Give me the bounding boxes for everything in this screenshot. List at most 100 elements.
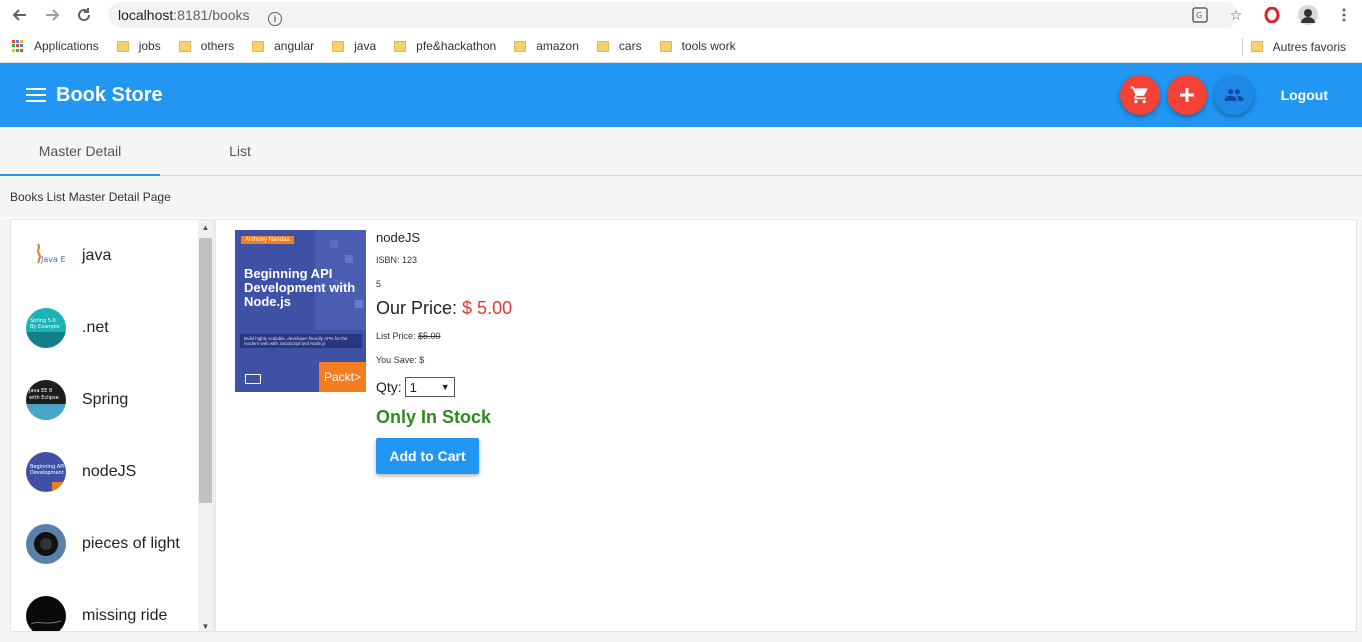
bookmark-label: amazon <box>536 39 579 53</box>
bookmark-amazon[interactable]: amazon <box>514 39 579 53</box>
main-content: Java EE java Spring 5.0By Example .net J… <box>0 219 1362 642</box>
folder-icon <box>394 40 407 52</box>
book-info: nodeJS ISBN: 123 5 Our Price: $ 5.00 Lis… <box>376 230 512 474</box>
users-button[interactable] <box>1213 75 1254 115</box>
book-avatar: Beginning API Development <box>26 452 66 492</box>
list-item[interactable]: Spring 5.0 By Example .net <box>11 292 213 364</box>
svg-text:Development: Development <box>30 470 64 476</box>
book-avatar <box>26 524 66 564</box>
book-avatar: Java EE 8 with Eclipse <box>26 380 66 420</box>
svg-text:with Eclipse: with Eclipse <box>29 395 59 401</box>
more-menu-icon[interactable] <box>1332 3 1356 27</box>
add-book-button[interactable] <box>1166 75 1207 115</box>
bookmark-other-favorites[interactable]: Autres favoris <box>1250 39 1346 54</box>
book-avatar: Java EE <box>26 236 66 276</box>
scroll-thumb[interactable] <box>199 238 212 503</box>
back-icon[interactable] <box>8 3 32 27</box>
translate-icon[interactable]: G <box>1188 3 1212 27</box>
menu-icon[interactable] <box>26 88 46 102</box>
cart-button[interactable] <box>1119 75 1160 115</box>
bookmark-label: angular <box>274 39 315 53</box>
svg-text:Java EE 8: Java EE 8 <box>28 388 52 394</box>
book-rating: 5 <box>376 279 382 289</box>
cover-title: Beginning API Development with Node.js <box>244 266 356 309</box>
list-item-label: pieces of light <box>82 535 180 552</box>
logout-button[interactable]: Logout <box>1281 87 1328 103</box>
folder-icon <box>659 40 672 52</box>
book-isbn: ISBN: 123 <box>376 255 418 265</box>
bookmark-label: Autres favoris <box>1272 39 1346 54</box>
info-icon[interactable]: i <box>268 12 282 26</box>
page-title: Books List Master Detail Page <box>0 176 1362 218</box>
bookmark-angular[interactable]: angular <box>252 39 314 53</box>
bookmark-cars[interactable]: cars <box>596 39 642 53</box>
book-list-panel: Java EE java Spring 5.0By Example .net J… <box>10 219 214 632</box>
list-item[interactable]: missing ride <box>11 580 213 631</box>
folder-icon <box>596 40 609 52</box>
our-price-label: Our Price: <box>376 298 458 318</box>
qty-value: 1 <box>409 379 417 395</box>
list-item-label: nodeJS <box>82 463 137 480</box>
reload-icon[interactable] <box>72 3 96 27</box>
you-save: You Save: $ <box>376 355 425 365</box>
add-to-cart-button[interactable]: Add to Cart <box>376 438 479 474</box>
tab-list[interactable]: List <box>160 127 320 175</box>
svg-text:Java EE: Java EE <box>40 255 66 264</box>
people-icon <box>1224 89 1243 101</box>
book-detail-panel: Anthony Nandaa Beginning API Development… <box>215 219 1357 632</box>
bookmark-pfe-hackathon[interactable]: pfe&hackathon <box>394 39 496 53</box>
list-item-label: Spring <box>82 391 129 408</box>
list-item[interactable]: pieces of light <box>11 508 213 580</box>
tab-bar: Master Detail List <box>0 127 1362 176</box>
bookmark-applications[interactable]: Applications <box>12 39 99 53</box>
apps-grid-icon <box>12 40 24 52</box>
list-item[interactable]: Java EE 8 with Eclipse Spring <box>11 364 213 436</box>
scroll-down-icon[interactable]: ▼ <box>198 619 213 631</box>
bookmark-separator <box>1241 37 1243 56</box>
forward-icon[interactable] <box>40 3 64 27</box>
scroll-up-icon[interactable]: ▲ <box>198 220 213 234</box>
folder-icon <box>116 40 129 52</box>
qty-label: Qty: <box>376 379 402 395</box>
our-price-value: $ 5.00 <box>462 298 513 318</box>
bookmark-label: cars <box>618 39 642 53</box>
opera-icon[interactable] <box>1260 3 1284 27</box>
tab-master-detail[interactable]: Master Detail <box>0 127 160 176</box>
list-price-label: List Price: <box>376 331 416 341</box>
list-scrollbar[interactable]: ▲ ▼ <box>198 220 213 631</box>
stock-status: Only In Stock <box>376 407 492 427</box>
bookmark-label: jobs <box>138 39 161 53</box>
quantity-select[interactable]: 1 ▼ <box>404 377 455 397</box>
publisher-logo: Packt> <box>319 362 366 392</box>
list-item-label: missing ride <box>82 607 168 624</box>
bookmark-label: java <box>354 39 377 53</box>
bookmark-jobs[interactable]: jobs <box>116 39 161 53</box>
bookmark-java[interactable]: java <box>332 39 376 53</box>
address-bar[interactable]: i localhost:8181/books <box>108 2 1238 28</box>
profile-avatar-icon[interactable] <box>1296 3 1320 27</box>
list-item[interactable]: Java EE java <box>11 220 213 292</box>
list-item-label: java <box>82 247 112 264</box>
folder-icon <box>332 40 345 52</box>
folder-icon <box>514 40 527 52</box>
quantity-row: Qty: 1 ▼ <box>376 377 512 397</box>
list-price-value: $5.00 <box>418 331 441 341</box>
our-price: Our Price: $ 5.00 <box>376 298 512 319</box>
bookmark-others[interactable]: others <box>178 39 235 53</box>
book-avatar <box>26 596 66 631</box>
book-title: nodeJS <box>376 230 421 245</box>
list-item[interactable]: Beginning API Development nodeJS <box>11 436 213 508</box>
folder-icon <box>252 40 265 52</box>
star-icon[interactable]: ☆ <box>1224 3 1248 27</box>
plus-icon <box>1179 88 1194 102</box>
folder-icon <box>178 40 191 52</box>
cover-author: Anthony Nandaa <box>241 236 294 244</box>
bookmark-label: tools work <box>681 39 736 53</box>
bookmark-label: others <box>200 39 235 53</box>
dropdown-arrow-icon: ▼ <box>440 382 450 392</box>
svg-text:G: G <box>1196 11 1202 20</box>
app-title: Book Store <box>56 83 163 106</box>
bookmark-tools-work[interactable]: tools work <box>659 39 736 53</box>
browser-toolbar: i localhost:8181/books G ☆ <box>0 0 1362 30</box>
cover-description: Build highly scalable, developer-friendl… <box>240 334 362 348</box>
